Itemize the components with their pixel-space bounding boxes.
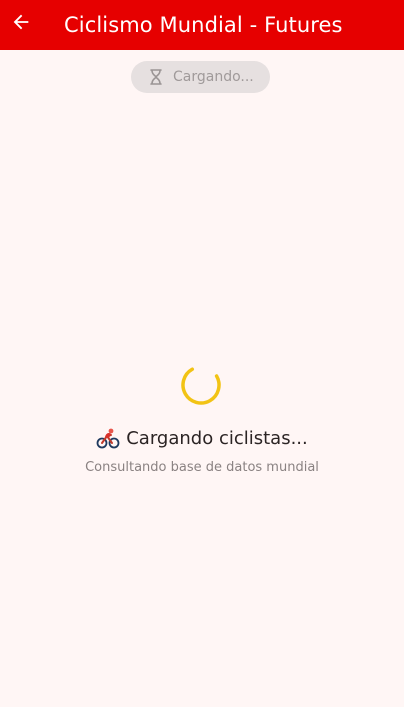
status-chip-label: Cargando... — [173, 69, 254, 85]
app-screen: Ciclismo Mundial - Futures Cargando... C… — [0, 0, 404, 707]
arrow-back-icon — [10, 11, 32, 37]
status-chip: Cargando... — [131, 61, 270, 93]
loading-spinner — [181, 365, 221, 405]
back-button[interactable] — [9, 12, 33, 36]
loading-subtitle: Consultando base de datos mundial — [85, 460, 319, 475]
hourglass-icon — [149, 69, 163, 85]
app-bar: Ciclismo Mundial - Futures — [0, 0, 404, 50]
loading-title: Cargando ciclistas... — [126, 427, 308, 449]
page-title: Ciclismo Mundial - Futures — [64, 13, 343, 37]
loading-message: Cargando ciclistas... — [0, 424, 404, 452]
cyclist-icon — [96, 427, 120, 449]
